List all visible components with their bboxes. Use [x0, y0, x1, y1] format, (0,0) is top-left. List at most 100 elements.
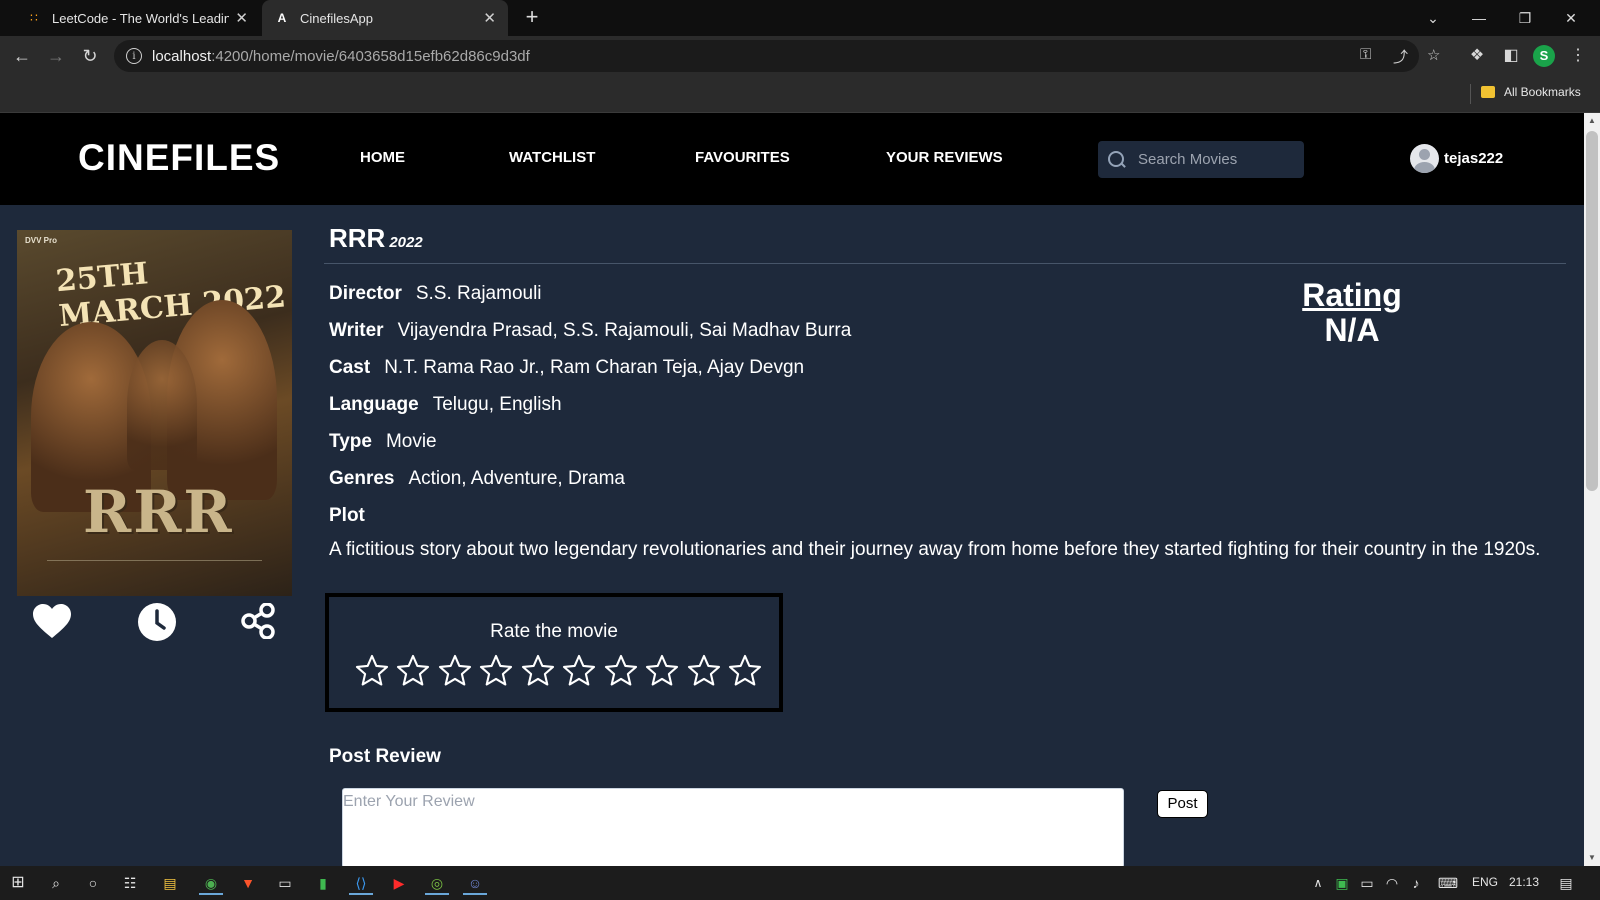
detail-writer: Writer Vijayendra Prasad, S.S. Rajamouli,… [329, 320, 851, 342]
scroll-down-icon[interactable]: ▼ [1588, 854, 1596, 862]
star-icon[interactable] [434, 649, 476, 693]
poster-title-text: RRR [83, 478, 234, 546]
app-logo[interactable]: CINEFILES [78, 137, 280, 179]
search-icon [1108, 150, 1126, 169]
nav-watchlist[interactable]: WATCHLIST [509, 149, 595, 166]
tab-search-icon[interactable]: ⌄ [1410, 0, 1456, 36]
page-scrollbar[interactable]: ▲ ▼ [1584, 113, 1600, 866]
movie-heading: RRR 2022 [329, 223, 423, 254]
vscode-icon[interactable]: ⟨⟩ [349, 871, 373, 895]
tab-cinefiles[interactable]: A CinefilesApp ✕ [262, 0, 508, 36]
folder-icon [1481, 86, 1495, 98]
all-bookmarks-button[interactable]: All Bookmarks [1481, 85, 1581, 99]
tab-leetcode[interactable]: ∷ LeetCode - The World's Leading ✕ [14, 0, 260, 36]
url-host: localhost [152, 47, 212, 65]
app-icon[interactable]: ◎ [425, 871, 449, 895]
file-explorer-icon[interactable]: ▤ [158, 871, 182, 895]
keyboard-icon[interactable]: ⌨ [1436, 871, 1460, 895]
terminal-icon[interactable]: ▭ [273, 871, 297, 895]
user-menu[interactable]: tejas222 [1410, 144, 1503, 173]
side-panel-icon[interactable]: ◧ [1499, 44, 1523, 68]
windows-taskbar: ⊞ ⌕ ○ ☷ ▤ ◉ ▼ ▭ ▮ ⟨⟩ ▶ ◎ ☺ ∧ ▣ ▭ ◠ ♪ ⌨ E… [0, 866, 1600, 900]
post-button[interactable]: Post [1157, 790, 1208, 818]
star-icon[interactable] [393, 649, 435, 693]
scroll-thumb[interactable] [1586, 131, 1598, 491]
language-indicator[interactable]: ENG [1472, 875, 1498, 889]
extensions-icon[interactable]: ❖ [1465, 44, 1489, 68]
app-page: CINEFILES HOME WATCHLIST FAVOURITES YOUR… [0, 113, 1584, 866]
star-icon[interactable] [642, 649, 684, 693]
show-hidden-icons[interactable]: ∧ [1306, 871, 1330, 895]
close-icon[interactable]: ✕ [483, 9, 496, 27]
minimize-button[interactable]: — [1456, 0, 1502, 36]
star-icon[interactable] [517, 649, 559, 693]
windows-start-icon[interactable]: ⊞ [6, 871, 30, 895]
star-icon[interactable] [683, 649, 725, 693]
nav-home[interactable]: HOME [360, 149, 405, 166]
key-icon[interactable]: ⚿ [1360, 46, 1371, 63]
bookmark-star-icon[interactable]: ☆ [1427, 46, 1440, 64]
search-input[interactable] [1138, 151, 1288, 168]
wifi-icon[interactable]: ◠ [1380, 871, 1404, 895]
poster-studio-text: DVV Pro [25, 236, 58, 245]
detail-value: S.S. Rajamouli [415, 283, 542, 304]
detail-language: Language Telugu, English [329, 394, 562, 416]
heart-icon[interactable] [32, 603, 72, 641]
bookmarks-bar: All Bookmarks [0, 76, 1600, 113]
search-box[interactable] [1098, 141, 1304, 178]
detail-value: Movie [385, 431, 437, 452]
star-icon[interactable] [351, 649, 393, 693]
detail-value: Vijayendra Prasad, S.S. Rajamouli, Sai M… [397, 320, 852, 341]
movie-year: 2022 [389, 234, 423, 251]
angular-icon: A [277, 11, 287, 25]
mongodb-icon[interactable]: ▮ [311, 871, 335, 895]
reload-button[interactable]: ↻ [76, 42, 104, 70]
url-path: :4200/home/movie/6403658d15efb62d86c9d3d… [211, 47, 530, 65]
profile-avatar[interactable]: S [1533, 45, 1555, 67]
tray-app-icon[interactable]: ▣ [1330, 871, 1354, 895]
close-icon[interactable]: ✕ [235, 9, 248, 27]
site-info-icon[interactable]: i [126, 48, 142, 64]
review-input-box [342, 788, 1124, 866]
brave-icon[interactable]: ▼ [236, 871, 260, 895]
cortana-icon[interactable]: ○ [81, 871, 105, 895]
task-view-icon[interactable]: ☷ [118, 871, 142, 895]
volume-icon[interactable]: ♪ [1404, 871, 1428, 895]
username: tejas222 [1444, 150, 1504, 167]
share-page-icon[interactable]: ⤴ [1393, 46, 1408, 67]
scroll-up-icon[interactable]: ▲ [1588, 117, 1596, 125]
share-icon[interactable] [240, 603, 276, 639]
address-bar[interactable]: i localhost:4200/home/movie/6403658d15ef… [114, 40, 1419, 72]
clock-icon[interactable] [138, 603, 176, 641]
forward-button[interactable]: → [42, 42, 70, 70]
restore-button[interactable]: ❐ [1502, 0, 1548, 36]
clock[interactable]: 21:13 [1509, 875, 1539, 889]
battery-icon[interactable]: ▭ [1355, 871, 1379, 895]
new-tab-button[interactable]: + [520, 6, 544, 30]
browser-chrome: ∷ LeetCode - The World's Leading ✕ A Cin… [0, 0, 1600, 113]
detail-label: Director [329, 283, 402, 304]
menu-icon[interactable]: ⋮ [1566, 44, 1590, 68]
star-icon[interactable] [476, 649, 518, 693]
movie-poster: DVV Pro 25TH MARCH 2022 RRR [17, 230, 292, 596]
tab-title: CinefilesApp [300, 10, 373, 26]
chrome-icon[interactable]: ◉ [199, 871, 223, 895]
discord-icon[interactable]: ☺ [463, 871, 487, 895]
detail-label: Writer [329, 320, 384, 341]
notifications-icon[interactable]: ▤ [1554, 871, 1578, 895]
all-bookmarks-label: All Bookmarks [1504, 85, 1581, 99]
youtube-icon[interactable]: ▶ [387, 871, 411, 895]
review-input[interactable] [343, 793, 1123, 863]
detail-value: Action, Adventure, Drama [408, 468, 625, 489]
post-review-title: Post Review [329, 746, 441, 767]
nav-your-reviews[interactable]: YOUR REVIEWS [886, 149, 1003, 166]
detail-label: Genres [329, 468, 395, 489]
star-icon[interactable] [559, 649, 601, 693]
taskbar-search-icon[interactable]: ⌕ [44, 871, 68, 895]
browser-toolbar: ← → ↻ i localhost:4200/home/movie/640365… [0, 36, 1600, 76]
star-icon[interactable] [725, 649, 767, 693]
nav-favourites[interactable]: FAVOURITES [695, 149, 790, 166]
back-button[interactable]: ← [8, 42, 36, 70]
close-window-button[interactable]: ✕ [1548, 0, 1594, 36]
star-icon[interactable] [600, 649, 642, 693]
